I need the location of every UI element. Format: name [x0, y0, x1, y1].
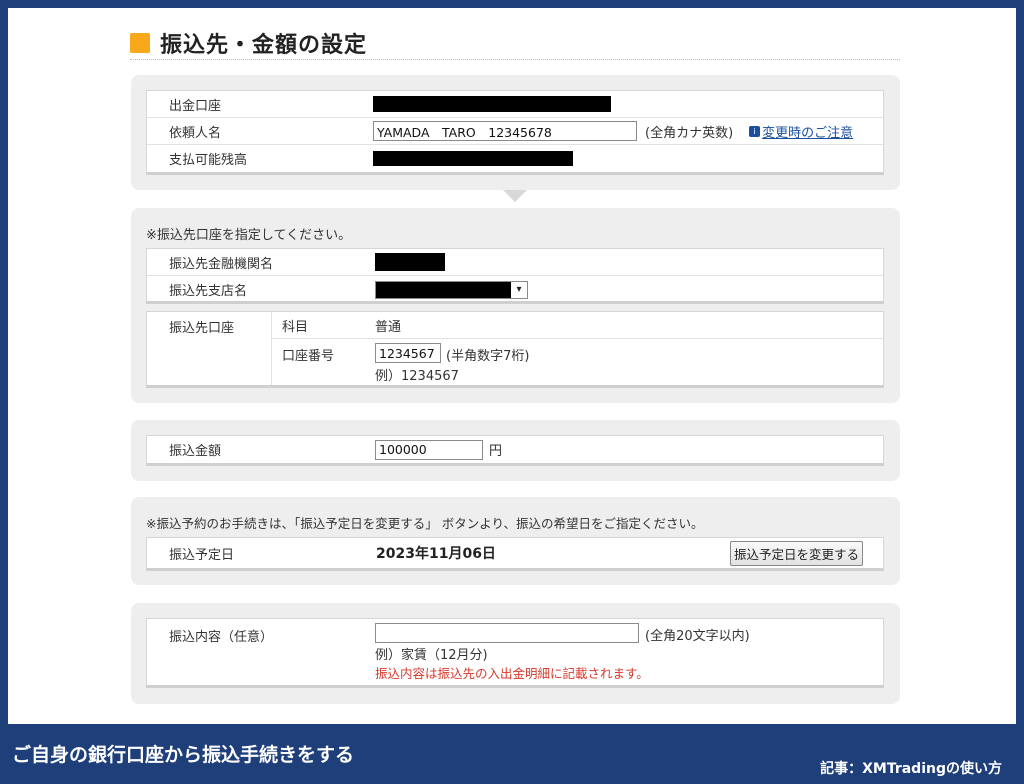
amount-label: 振込金額	[169, 444, 222, 459]
date-intro: ※振込予約のお手続きは、「振込予定日を変更する」 ボタンより、振込の希望日をご指…	[146, 516, 704, 531]
source-account-label: 出金口座	[169, 98, 222, 114]
title-marker-icon	[130, 32, 150, 53]
number-label: 口座番号	[282, 349, 335, 364]
redacted-bank	[375, 253, 445, 271]
amount-row: 振込金額 100000 円	[147, 436, 883, 463]
memo-note: (全角20文字以内)	[645, 629, 750, 644]
bank-label: 振込先金融機関名	[169, 256, 274, 272]
memo-panel: 振込内容（任意） (全角20文字以内) 例）家賃（12月分) 振込内容は振込先の…	[131, 603, 900, 704]
footer-caption: ご自身の銀行口座から振込手続きをする	[12, 744, 355, 766]
memo-table: 振込内容（任意） (全角20文字以内) 例）家賃（12月分) 振込内容は振込先の…	[146, 618, 884, 688]
memo-input[interactable]	[375, 623, 639, 643]
redacted-account	[373, 96, 611, 112]
amount-panel: 振込金額 100000 円	[131, 420, 900, 481]
requester-name-input[interactable]: YAMADA TARO 12345678	[373, 121, 637, 141]
change-caution-link[interactable]: i 変更時のご注意	[749, 122, 853, 141]
destination-bank-table: 振込先金融機関名 振込先支店名 ▾	[146, 248, 884, 304]
number-note: (半角数字7桁)	[446, 349, 530, 364]
balance-row: 支払可能残高	[147, 145, 883, 172]
branch-row: 振込先支店名 ▾	[147, 276, 883, 303]
account-type-row: 科目 普通	[272, 312, 883, 339]
requester-note: (全角カナ英数)	[645, 125, 734, 141]
bank-row: 振込先金融機関名	[147, 249, 883, 276]
date-row: 振込予定日 2023年11月06日 振込予定日を変更する	[147, 538, 883, 568]
source-panel: 出金口座 依頼人名 YAMADA TARO 12345678 (全角カナ英数) …	[131, 75, 900, 190]
date-label: 振込予定日	[169, 547, 235, 563]
account-number-input[interactable]: 1234567	[375, 343, 441, 363]
memo-label: 振込内容（任意）	[169, 630, 274, 645]
info-icon: i	[749, 125, 761, 137]
destination-intro: ※振込先口座を指定してください。	[146, 228, 352, 243]
amount-table: 振込金額 100000 円	[146, 435, 884, 466]
page-title: 振込先・金額の設定	[130, 26, 900, 60]
date-panel: ※振込予約のお手続きは、「振込予定日を変更する」 ボタンより、振込の希望日をご指…	[131, 497, 900, 585]
branch-select[interactable]: ▾	[375, 280, 528, 299]
date-table: 振込予定日 2023年11月06日 振込予定日を変更する	[146, 537, 884, 571]
amount-unit: 円	[489, 444, 503, 459]
change-caution-link-text: 変更時のご注意	[762, 125, 854, 141]
page-title-text: 振込先・金額の設定	[160, 32, 368, 58]
type-value: 普通	[375, 319, 402, 335]
number-example: 例）1234567	[375, 369, 459, 384]
memo-example: 例）家賃（12月分)	[375, 648, 488, 663]
type-label: 科目	[282, 319, 309, 335]
footer-banner: ご自身の銀行口座から振込手続きをする 記事：XMTradingの使い方	[0, 724, 1024, 784]
chevron-down-icon: ▾	[511, 281, 527, 298]
destination-panel: ※振込先口座を指定してください。 振込先金融機関名 振込先支店名 ▾ 振込先口座…	[131, 208, 900, 403]
requester-label: 依頼人名	[169, 125, 222, 141]
account-number-row: 口座番号 1234567 (半角数字7桁) 例）1234567	[272, 339, 883, 385]
requester-row: 依頼人名 YAMADA TARO 12345678 (全角カナ英数) i 変更時…	[147, 118, 883, 145]
balance-label: 支払可能残高	[169, 153, 248, 168]
redacted-balance	[373, 151, 573, 166]
branch-label: 振込先支店名	[169, 284, 248, 299]
change-date-button[interactable]: 振込予定日を変更する	[729, 540, 863, 566]
memo-warning: 振込内容は振込先の入出金明細に記載されます。	[375, 666, 649, 681]
destination-account-table: 振込先口座 科目 普通 口座番号 1234567 (半角数字7桁) 例）1234…	[146, 311, 884, 388]
down-arrow-icon	[503, 190, 527, 202]
footer-credit: 記事：XMTradingの使い方	[820, 761, 1002, 777]
source-table: 出金口座 依頼人名 YAMADA TARO 12345678 (全角カナ英数) …	[146, 90, 884, 175]
source-account-row: 出金口座	[147, 91, 883, 118]
amount-input[interactable]: 100000	[375, 439, 483, 460]
transfer-date: 2023年11月06日	[376, 546, 496, 562]
dest-account-label: 振込先口座	[147, 312, 272, 385]
